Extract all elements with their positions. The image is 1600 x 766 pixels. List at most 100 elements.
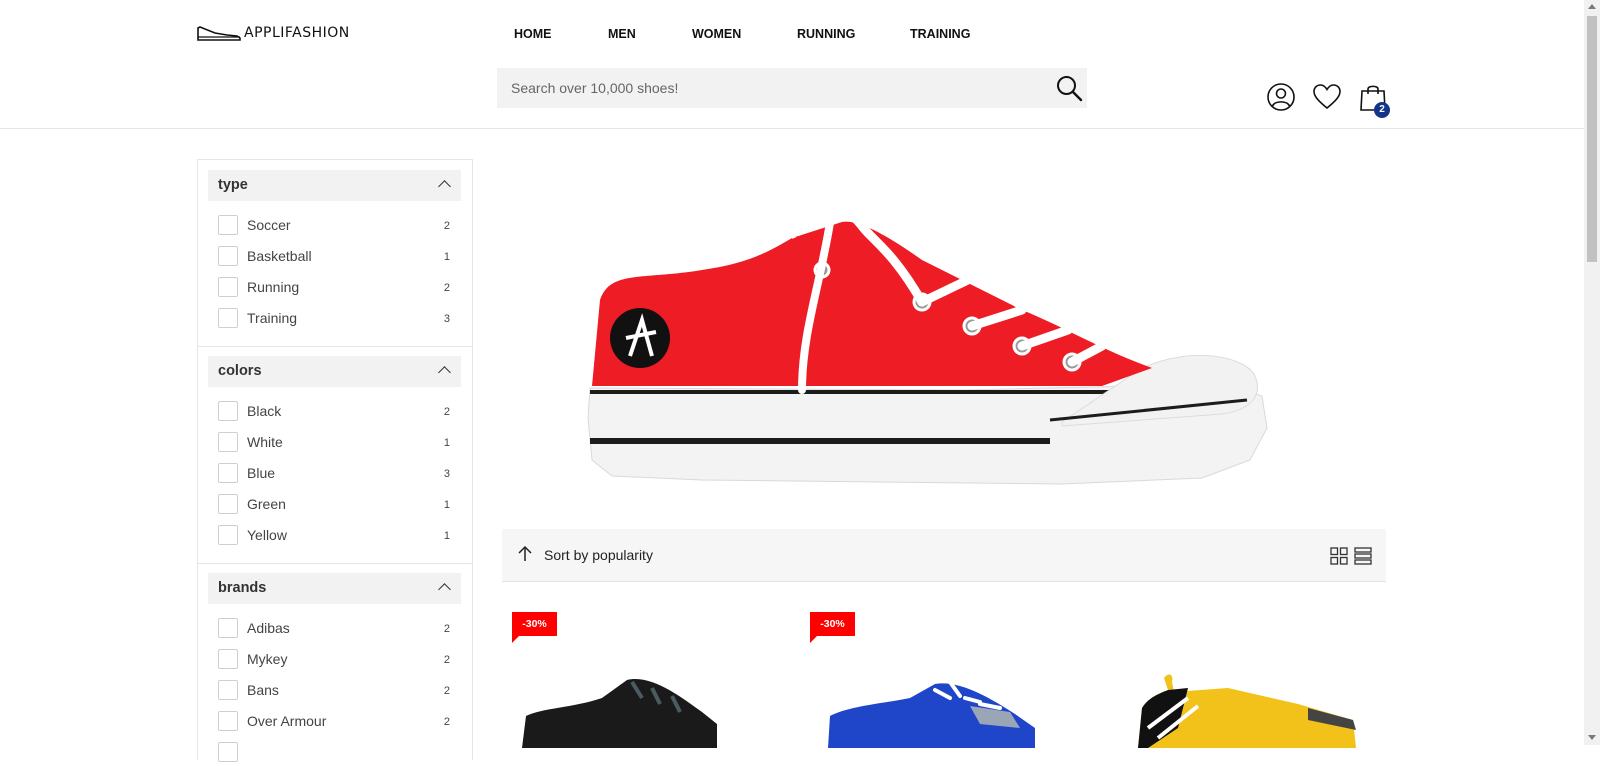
- option-count: 3: [443, 313, 450, 325]
- page-scrollbar[interactable]: [1584, 0, 1600, 745]
- grid-view-icon[interactable]: [1330, 547, 1348, 565]
- option-count: 2: [443, 220, 450, 232]
- nav-men[interactable]: MEN: [608, 27, 636, 41]
- filter-option-black[interactable]: Black 2: [218, 401, 450, 425]
- product-card[interactable]: [1108, 608, 1388, 748]
- option-label: Mykey: [247, 651, 288, 667]
- option-label: Training: [247, 310, 298, 326]
- option-label: Green: [247, 496, 286, 512]
- chevron-up-icon: [438, 180, 451, 193]
- option-count: 2: [443, 623, 450, 635]
- filter-header-colors[interactable]: colors: [208, 356, 461, 387]
- logo[interactable]: APPLIFASHION: [197, 24, 350, 42]
- filter-option-white[interactable]: White 1: [218, 432, 450, 456]
- filter-title: type: [218, 177, 248, 193]
- filter-divider: [198, 346, 472, 347]
- filter-option-adibas[interactable]: Adibas 2: [218, 618, 450, 642]
- checkbox[interactable]: [218, 649, 238, 669]
- checkbox[interactable]: [218, 711, 238, 731]
- checkbox[interactable]: [218, 401, 238, 421]
- search-input[interactable]: [511, 68, 1031, 108]
- nav-running[interactable]: RUNNING: [797, 27, 855, 41]
- option-count: 2: [443, 654, 450, 666]
- cart-count-badge: 2: [1374, 102, 1390, 118]
- scroll-up-arrow-icon[interactable]: [1588, 4, 1596, 9]
- main-nav: HOME MEN WOMEN RUNNING TRAINING: [514, 27, 970, 41]
- filter-option-soccer[interactable]: Soccer 2: [218, 215, 450, 239]
- badge-tail: [512, 636, 519, 643]
- site-header: APPLIFASHION HOME MEN WOMEN RUNNING TRAI…: [0, 0, 1584, 129]
- sort-arrow-icon[interactable]: [516, 545, 534, 563]
- sort-dropdown[interactable]: Sort by popularity: [544, 547, 653, 563]
- scroll-thumb[interactable]: [1587, 16, 1597, 262]
- heart-icon[interactable]: [1312, 82, 1342, 112]
- option-count: 3: [443, 468, 450, 480]
- filter-option-next[interactable]: [218, 742, 450, 766]
- option-label: Adibas: [247, 620, 290, 636]
- discount-badge: -30%: [810, 612, 855, 636]
- filter-option-training[interactable]: Training 3: [218, 308, 450, 332]
- checkbox[interactable]: [218, 494, 238, 514]
- option-count: 2: [443, 685, 450, 697]
- option-count: 1: [443, 251, 450, 263]
- option-label: Bans: [247, 682, 279, 698]
- option-label: Running: [247, 279, 300, 295]
- option-label: Over Armour: [247, 713, 327, 729]
- shoe-logo-icon: [197, 26, 241, 41]
- nav-women[interactable]: WOMEN: [692, 27, 741, 41]
- option-count: 1: [443, 499, 450, 511]
- list-view-icon[interactable]: [1354, 547, 1372, 565]
- checkbox[interactable]: [218, 215, 238, 235]
- product-card[interactable]: -30%: [512, 608, 792, 748]
- option-count: 2: [443, 282, 450, 294]
- badge-tail: [810, 636, 817, 643]
- checkbox[interactable]: [218, 742, 238, 762]
- product-image: [1138, 674, 1356, 748]
- checkbox[interactable]: [218, 432, 238, 452]
- product-card[interactable]: -30%: [810, 608, 1090, 748]
- logo-text: APPLIFASHION: [244, 25, 350, 41]
- option-label: Soccer: [247, 217, 291, 233]
- option-label: Basketball: [247, 248, 312, 264]
- option-label: Yellow: [247, 527, 287, 543]
- filter-option-running[interactable]: Running 2: [218, 277, 450, 301]
- checkbox[interactable]: [218, 525, 238, 545]
- discount-badge: -30%: [512, 612, 557, 636]
- option-count: 1: [443, 530, 450, 542]
- filter-option-blue[interactable]: Blue 3: [218, 463, 450, 487]
- filter-option-green[interactable]: Green 1: [218, 494, 450, 518]
- filter-sidebar: type Soccer 2 Basketball 1 Running 2 Tra…: [197, 159, 473, 762]
- filter-divider: [198, 563, 472, 564]
- checkbox[interactable]: [218, 680, 238, 700]
- option-label: Black: [247, 403, 282, 419]
- option-count: 2: [443, 406, 450, 418]
- checkbox[interactable]: [218, 277, 238, 297]
- product-image: [828, 680, 1035, 748]
- filter-title: colors: [218, 363, 262, 379]
- search-bar: [497, 68, 1087, 108]
- filter-option-mykey[interactable]: Mykey 2: [218, 649, 450, 673]
- filter-option-yellow[interactable]: Yellow 1: [218, 525, 450, 549]
- filter-option-bans[interactable]: Bans 2: [218, 680, 450, 704]
- user-icon[interactable]: [1266, 82, 1296, 112]
- chevron-up-icon: [438, 366, 451, 379]
- filter-option-over-armour[interactable]: Over Armour 2: [218, 711, 450, 735]
- checkbox[interactable]: [218, 463, 238, 483]
- scroll-down-arrow-icon[interactable]: [1588, 735, 1596, 740]
- option-label: Blue: [247, 465, 276, 481]
- search-icon[interactable]: [1055, 74, 1083, 102]
- checkbox[interactable]: [218, 308, 238, 328]
- checkbox[interactable]: [218, 618, 238, 638]
- checkbox[interactable]: [218, 246, 238, 266]
- chevron-up-icon: [438, 583, 451, 596]
- nav-home[interactable]: HOME: [514, 27, 552, 41]
- option-count: 1: [443, 437, 450, 449]
- filter-header-brands[interactable]: brands: [208, 573, 461, 604]
- nav-training[interactable]: TRAINING: [910, 27, 970, 41]
- sort-toolbar: Sort by popularity: [502, 529, 1386, 582]
- option-count: 2: [443, 716, 450, 728]
- filter-option-basketball[interactable]: Basketball 1: [218, 246, 450, 270]
- filter-title: brands: [218, 580, 267, 596]
- product-image: [522, 679, 717, 748]
- filter-header-type[interactable]: type: [208, 170, 461, 201]
